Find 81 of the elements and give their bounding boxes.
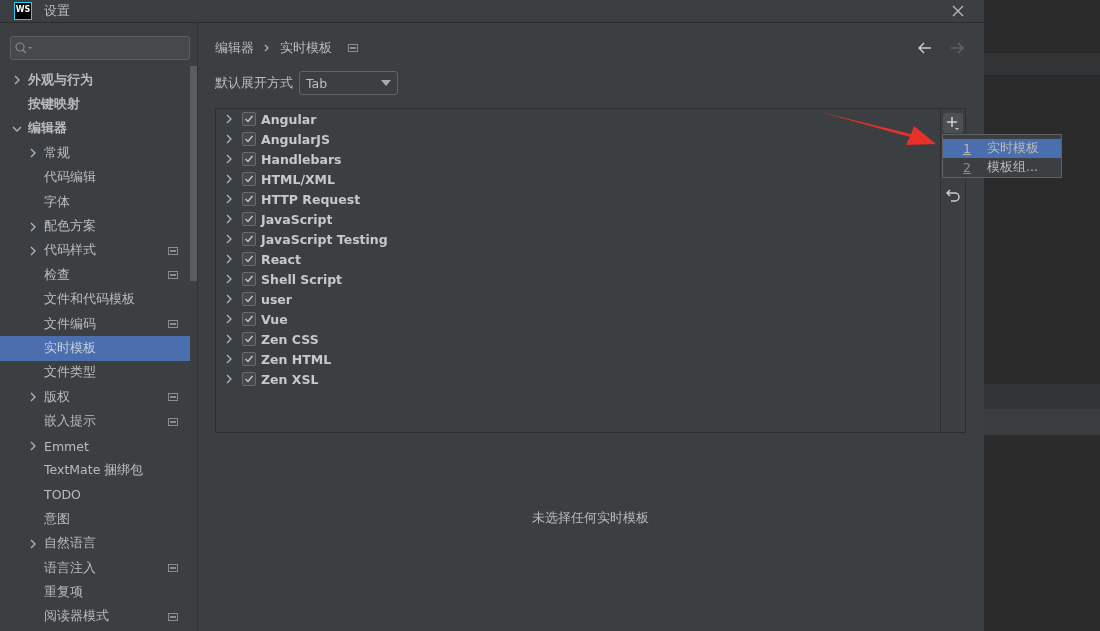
checkbox[interactable] xyxy=(242,172,256,186)
sidebar-item[interactable]: 嵌入提示 xyxy=(0,409,190,434)
checkbox[interactable] xyxy=(242,332,256,346)
app-logo: WS xyxy=(14,2,32,20)
close-button[interactable] xyxy=(950,3,966,19)
checkbox[interactable] xyxy=(242,112,256,126)
sidebar-item[interactable]: 常规 xyxy=(0,141,190,166)
sidebar-item[interactable]: 按键映射 xyxy=(0,92,190,117)
template-group-row[interactable]: Zen XSL xyxy=(216,369,940,389)
template-group-row[interactable]: React xyxy=(216,249,940,269)
checkbox[interactable] xyxy=(242,252,256,266)
template-group-row[interactable]: Handlebars xyxy=(216,149,940,169)
sidebar-item[interactable]: 配色方案 xyxy=(0,214,190,239)
template-group-label: HTML/XML xyxy=(261,171,335,187)
empty-message: 未选择任何实时模板 xyxy=(532,509,649,527)
sidebar-item[interactable]: 版权 xyxy=(0,385,190,410)
checkbox[interactable] xyxy=(242,312,256,326)
window-title: 设置 xyxy=(44,2,70,20)
template-group-row[interactable]: JavaScript xyxy=(216,209,940,229)
template-group-label: JavaScript Testing xyxy=(261,231,388,247)
template-group-label: Shell Script xyxy=(261,271,343,287)
checkbox[interactable] xyxy=(242,232,256,246)
template-group-label: user xyxy=(261,291,292,307)
search-field[interactable] xyxy=(10,36,190,60)
template-group-label: Zen CSS xyxy=(261,331,319,347)
checkbox[interactable] xyxy=(242,272,256,286)
template-group-row[interactable]: HTTP Request xyxy=(216,189,940,209)
checkbox[interactable] xyxy=(242,352,256,366)
sidebar-item[interactable]: Emmet xyxy=(0,433,190,459)
template-group-label: Angular xyxy=(261,111,317,127)
template-group-label: Zen HTML xyxy=(261,351,332,367)
checkbox[interactable] xyxy=(242,212,256,226)
template-group-label: React xyxy=(261,251,301,267)
breadcrumb-item: 实时模板 xyxy=(280,39,332,57)
sidebar-item[interactable]: 代码编辑 xyxy=(0,165,190,190)
checkbox[interactable] xyxy=(242,132,256,146)
template-group-label: JavaScript xyxy=(261,211,333,227)
sidebar-item[interactable]: 字体 xyxy=(0,189,190,215)
template-group-label: Handlebars xyxy=(261,151,342,167)
dropdown-arrow-icon xyxy=(381,80,391,86)
checkbox[interactable] xyxy=(242,292,256,306)
breadcrumb-item: 编辑器 xyxy=(215,39,254,57)
sidebar-item[interactable]: 检查 xyxy=(0,263,190,288)
template-group-row[interactable]: user xyxy=(216,289,940,309)
sidebar-item[interactable]: 外观与行为 xyxy=(0,68,190,93)
sidebar-item[interactable]: 语言注入 xyxy=(0,555,190,581)
expand-key-dropdown[interactable]: Tab xyxy=(299,71,398,95)
sidebar-item[interactable]: 编辑器 xyxy=(0,116,190,142)
sidebar-item[interactable]: 重复项 xyxy=(0,580,190,605)
sidebar-item[interactable]: 意图 xyxy=(0,507,190,532)
template-group-label: Zen XSL xyxy=(261,371,319,387)
sidebar-item[interactable]: 阅读器模式 xyxy=(0,604,190,629)
template-group-row[interactable]: Vue xyxy=(216,309,940,329)
template-group-row[interactable]: JavaScript Testing xyxy=(216,229,940,249)
sidebar-item[interactable]: 文件类型 xyxy=(0,360,190,386)
scrollbar[interactable] xyxy=(190,66,197,281)
add-button[interactable] xyxy=(943,113,963,133)
menu-item[interactable]: 2 模板组... xyxy=(943,158,1061,177)
template-group-row[interactable]: AngularJS xyxy=(216,129,940,149)
sidebar-item[interactable]: 代码样式 xyxy=(0,238,190,264)
sidebar-item[interactable]: 自然语言 xyxy=(0,531,190,556)
template-group-row[interactable]: Angular xyxy=(216,109,940,129)
sidebar-item[interactable]: TODO xyxy=(0,482,190,508)
template-group-row[interactable]: Shell Script xyxy=(216,269,940,289)
template-group-label: HTTP Request xyxy=(261,191,361,207)
template-group-row[interactable]: Zen HTML xyxy=(216,349,940,369)
template-group-row[interactable]: HTML/XML xyxy=(216,169,940,189)
checkbox[interactable] xyxy=(242,152,256,166)
search-icon xyxy=(15,42,33,54)
chevron-icon xyxy=(264,44,270,52)
sidebar-item[interactable]: 实时模板 xyxy=(0,336,190,361)
sidebar-item[interactable]: 文件编码 xyxy=(0,311,190,337)
field-label: 默认展开方式 xyxy=(215,74,293,92)
template-group-label: Vue xyxy=(261,311,288,327)
checkbox[interactable] xyxy=(242,192,256,206)
template-group-label: AngularJS xyxy=(261,131,330,147)
sidebar-item[interactable]: 文件和代码模板 xyxy=(0,287,190,312)
template-group-row[interactable]: Zen CSS xyxy=(216,329,940,349)
back-button[interactable] xyxy=(916,40,934,56)
checkbox[interactable] xyxy=(242,372,256,386)
sidebar-item[interactable]: TextMate 捆绑包 xyxy=(0,458,190,483)
